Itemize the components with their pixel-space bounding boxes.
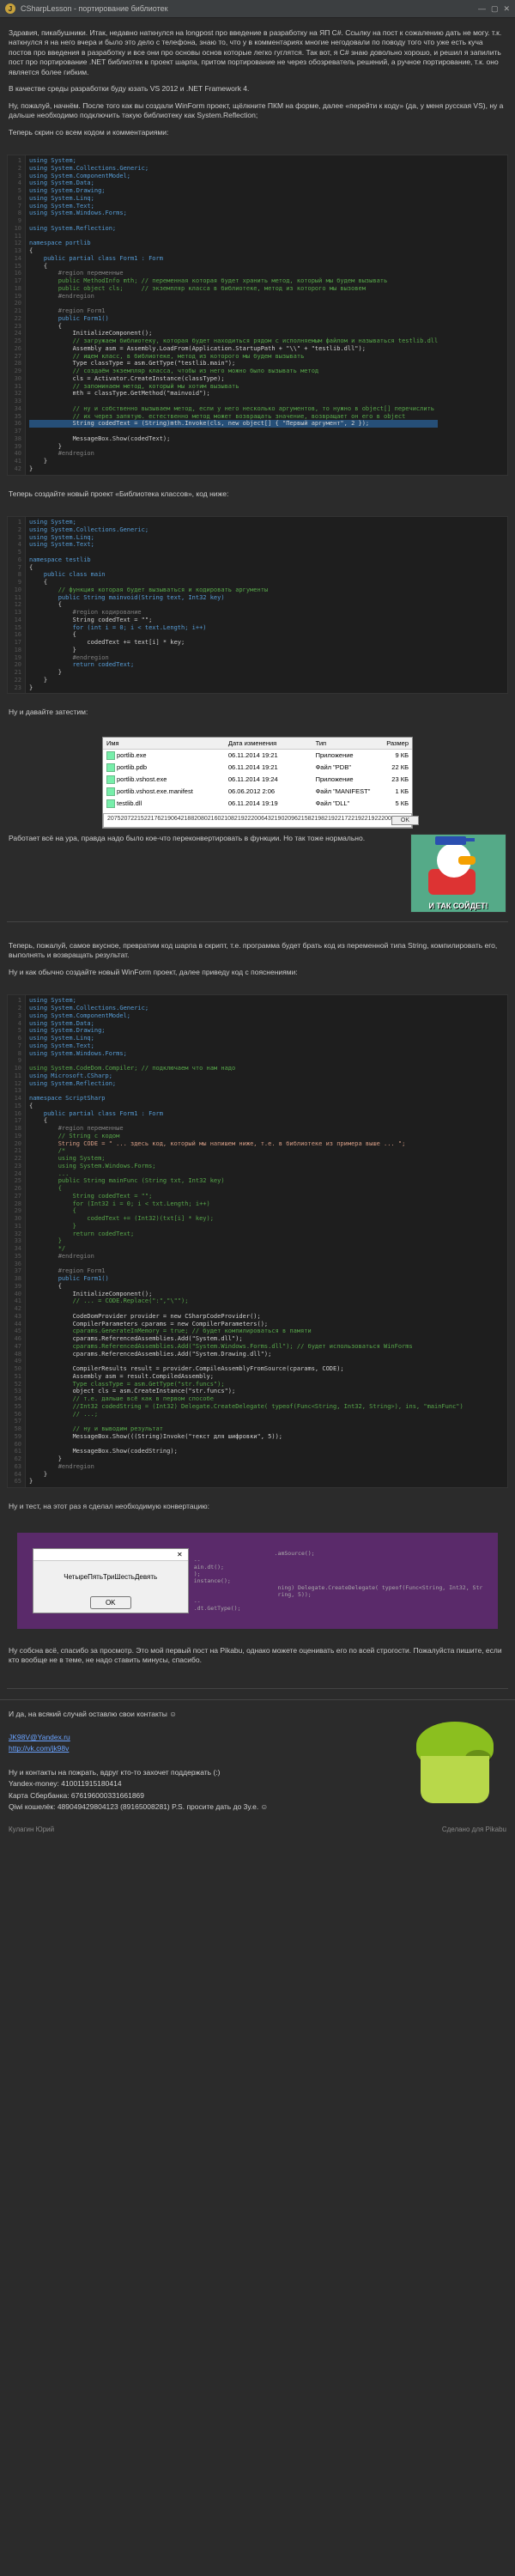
window-title: CSharpLesson - портирование библиотек (21, 4, 478, 13)
text-7: Ну и тест, на этот раз я сделал необходи… (9, 1502, 506, 1511)
app-icon: J (5, 3, 15, 14)
footer-author: Кулагин Юрий (9, 1826, 54, 1833)
text-5: Теперь, пожалуй, самое вкусное, преврати… (9, 941, 506, 961)
intro-p4: Теперь скрин со всем кодом и комментария… (9, 128, 506, 137)
code-block-1: 1234567891011121314151617181920212223242… (7, 155, 508, 476)
file-row[interactable]: portlib.vshost.exe.manifest06.06.2012 2:… (103, 786, 412, 798)
file-explorer: Имя Дата изменения Тип Размер portlib.ex… (102, 737, 413, 829)
maximize-icon[interactable]: ▢ (491, 4, 499, 14)
intro-text: Здравия, пикабушники. Итак, недавно натк… (0, 18, 515, 151)
code-block-2: 1234567891011121314151617181920212223 us… (7, 516, 508, 694)
intro-p2: В качестве среды разработки буду юзать V… (9, 84, 506, 94)
text-3: Ну и давайте затестим: (9, 708, 506, 717)
title-bar: J CSharpLesson - портирование библиотек … (0, 0, 515, 18)
messagebox-screenshot: ✕ ЧетыреПятьТриШестьДевять OK .amSource(… (0, 1533, 515, 1629)
text-8: Ну собсна всё, спасибо за просмотр. Это … (9, 1646, 506, 1666)
intro-p1: Здравия, пикабушники. Итак, недавно натк… (9, 28, 506, 77)
col-date[interactable]: Дата изменения (225, 738, 312, 749)
contacts-head: И да, на всякий случай оставлю свои конт… (9, 1709, 268, 1721)
col-name[interactable]: Имя (103, 738, 225, 749)
text-4: Работает всё на ура, правда надо было ко… (9, 834, 402, 843)
contacts-sber: Карта Сбербанка: 676196000331661869 (9, 1790, 268, 1802)
cupcake-image (403, 1709, 506, 1812)
contacts-support: Ну и контакты на пожрать, вдруг кто-то з… (9, 1767, 268, 1779)
close-icon[interactable]: ✕ (503, 4, 510, 14)
result-dialog: 2075207221522176219064218820802160210821… (103, 813, 412, 828)
col-size[interactable]: Размер (377, 738, 412, 749)
file-header-row: Имя Дата изменения Тип Размер (103, 738, 412, 750)
contacts-vk[interactable]: http://vk.com/jk98v (9, 1744, 69, 1753)
file-row[interactable]: portlib.vshost.exe06.11.2014 19:24Прилож… (103, 774, 412, 786)
ok-button[interactable]: OK (391, 816, 419, 825)
minimize-icon[interactable]: — (478, 4, 486, 14)
intro-p3: Ну, пожалуй, начнём. После того как вы с… (9, 101, 506, 121)
contacts-yandex: Yandex-money: 410011915180414 (9, 1778, 268, 1790)
contacts-email[interactable]: JK98V@Yandex.ru (9, 1733, 70, 1741)
footer-right: Сделано для Pikabu (442, 1826, 506, 1833)
file-row[interactable]: testlib.dll06.11.2014 19:19Файл "DLL"5 К… (103, 798, 412, 810)
file-row[interactable]: portlib.pdb06.11.2014 19:21Файл "PDB"22 … (103, 762, 412, 774)
msg-close-icon[interactable]: ✕ (177, 1551, 183, 1558)
msg-text: ЧетыреПятьТриШестьДевять (33, 1561, 188, 1593)
col-type[interactable]: Тип (312, 738, 377, 749)
file-row[interactable]: portlib.exe06.11.2014 19:21Приложение9 К… (103, 750, 412, 762)
text-6: Ну и как обычно создайте новый WinForm п… (9, 968, 506, 977)
meme-image: И ТАК СОЙДЕТ! (410, 834, 506, 913)
text-2: Теперь создайте новый проект «Библиотека… (9, 489, 506, 499)
contacts-qiwi: Qiwi кошелёк: 489049429804123 (891650082… (9, 1801, 268, 1814)
msg-ok-button[interactable]: OK (90, 1596, 131, 1609)
meme-caption: И ТАК СОЙДЕТ! (411, 902, 506, 910)
result-text: 2075207221522176219064218820802160210821… (107, 816, 391, 825)
contacts-section: И да, на всякий случай оставлю свои конт… (0, 1699, 515, 1822)
code-behind-dialog: .amSource(); -- ain.dt(); ); instance();… (189, 1550, 483, 1612)
messagebox: ✕ ЧетыреПятьТриШестьДевять OK (33, 1548, 189, 1613)
code-block-3: 1234567891011121314151617181920212223242… (7, 994, 508, 1488)
